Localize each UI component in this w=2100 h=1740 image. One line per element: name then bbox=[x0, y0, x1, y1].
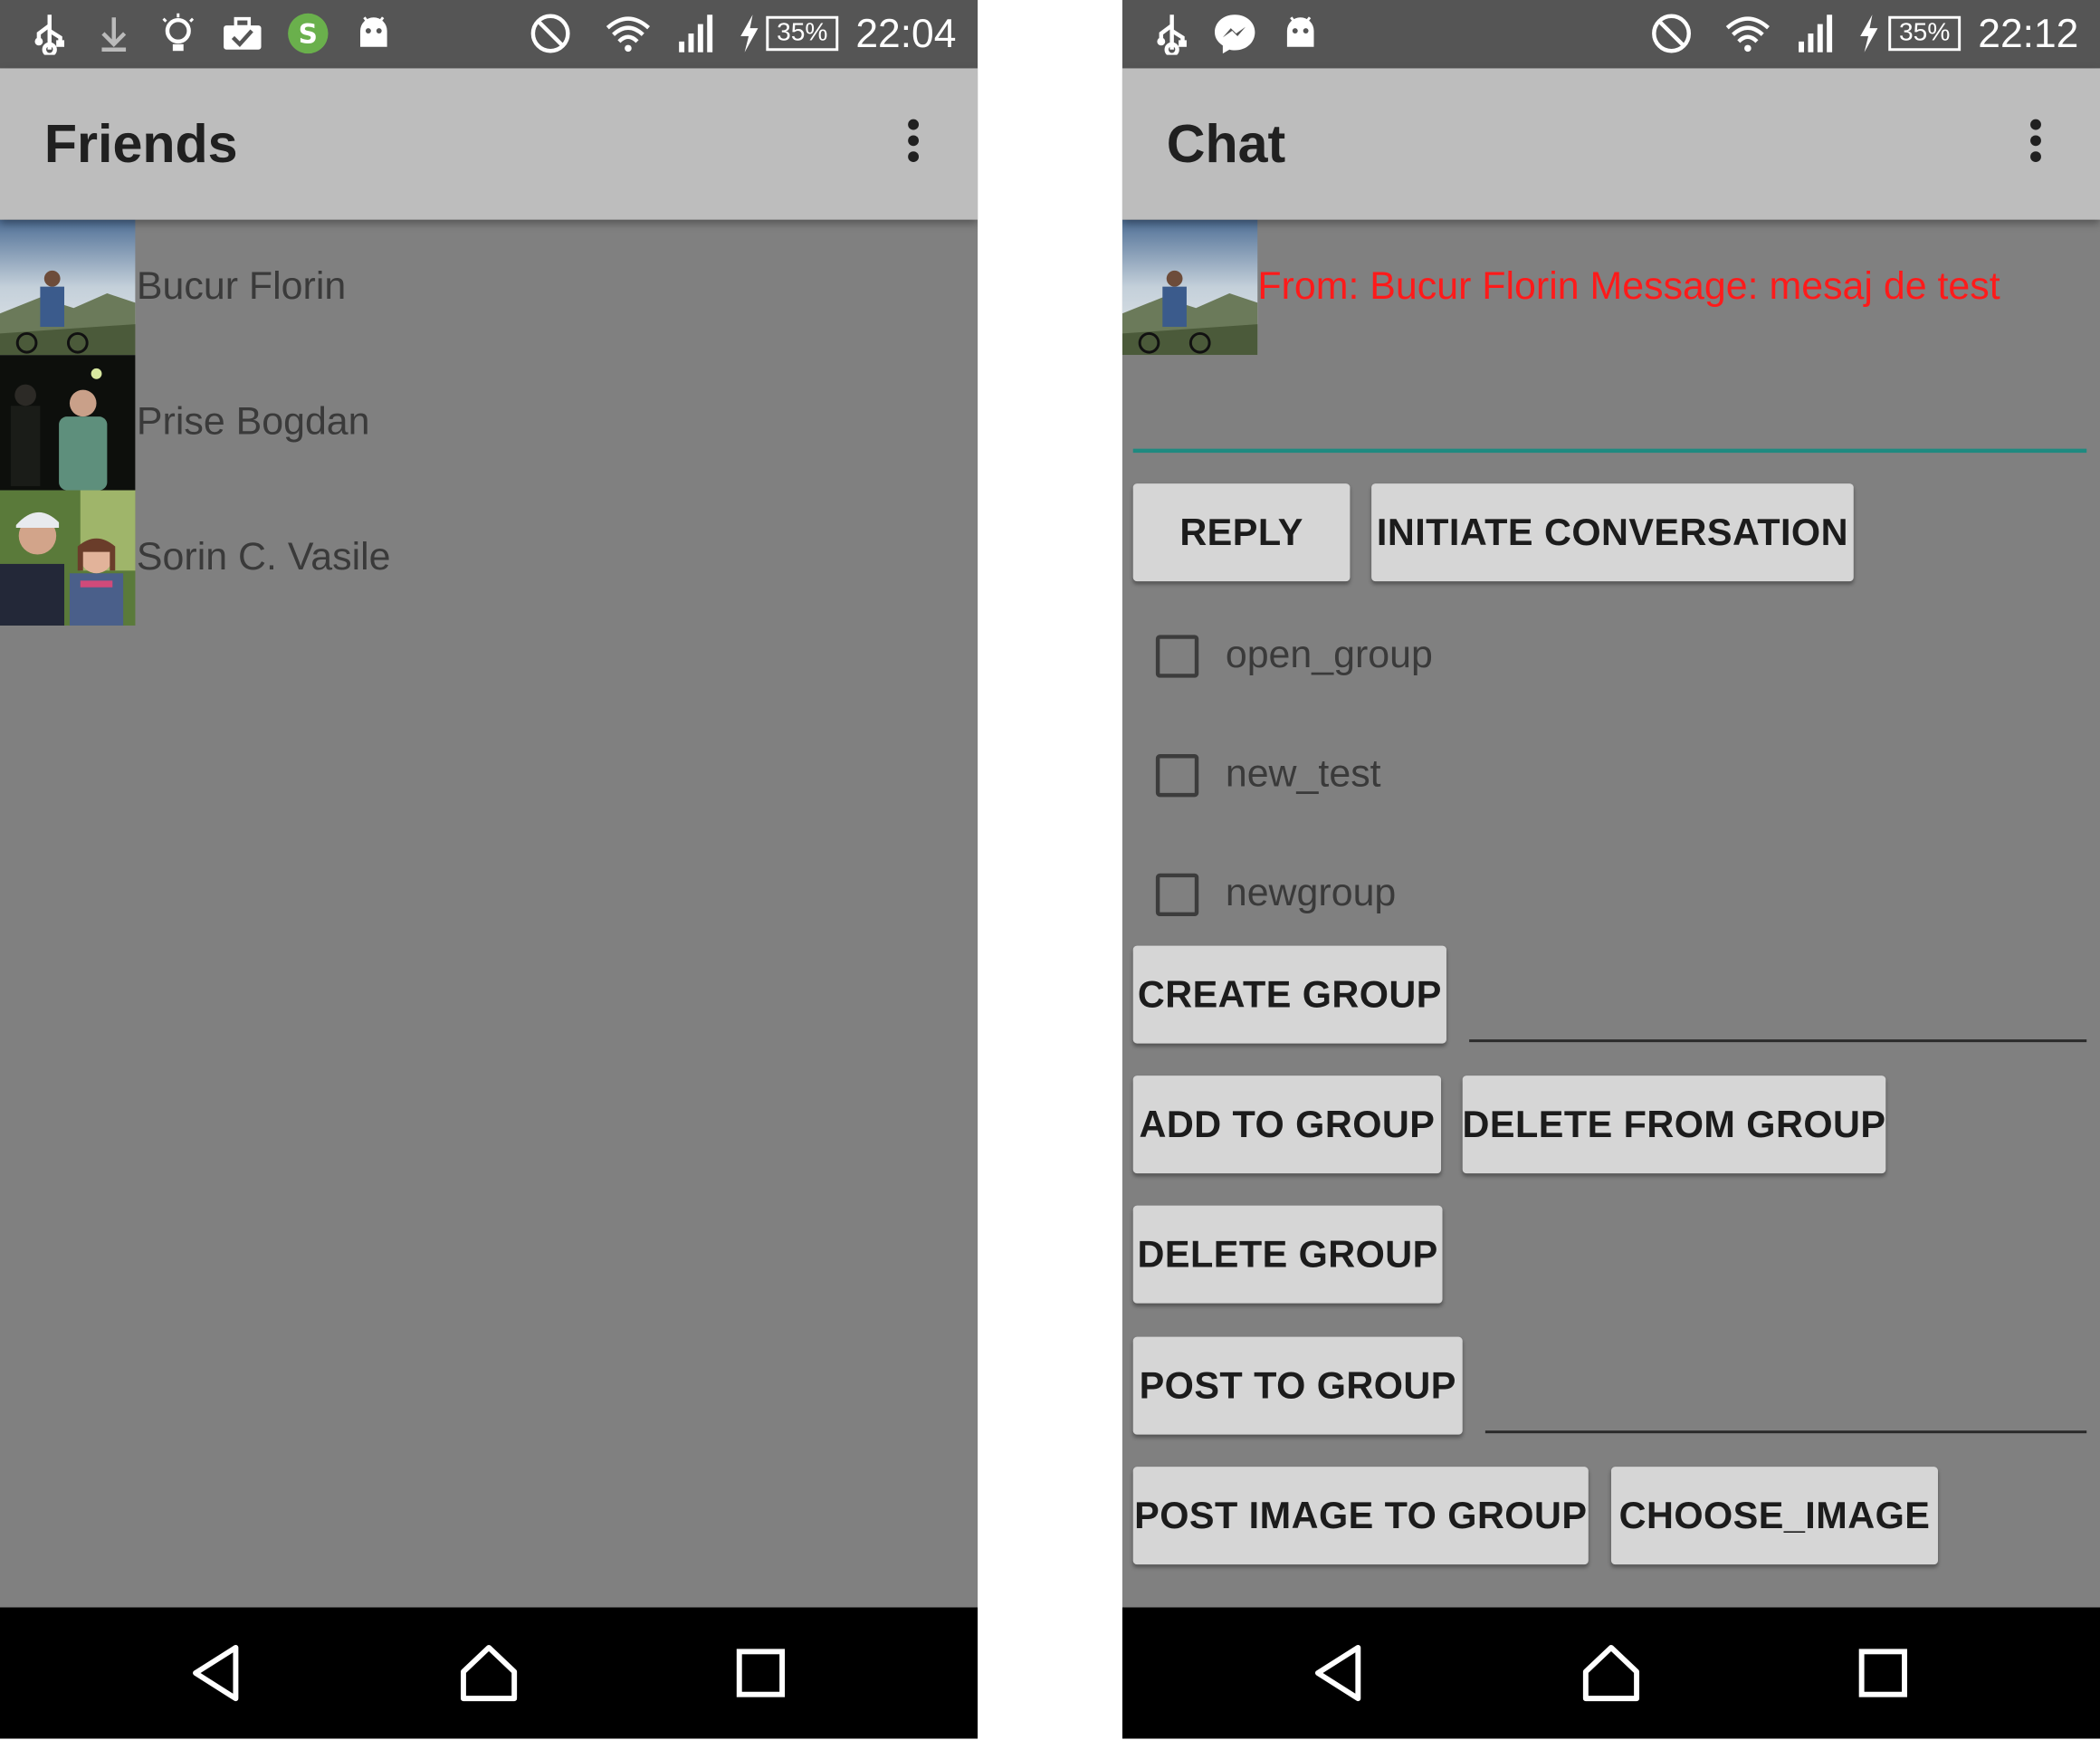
back-icon[interactable] bbox=[1307, 1640, 1374, 1707]
choose-image-button[interactable]: CHOOSE_IMAGE bbox=[1610, 1467, 1938, 1565]
delete-from-group-button[interactable]: DELETE FROM GROUP bbox=[1463, 1076, 1886, 1174]
wifi-icon bbox=[1725, 11, 1771, 56]
status-bar: 35% 22:12 bbox=[1122, 0, 2100, 69]
usb-icon bbox=[1149, 11, 1194, 56]
friend-name: Prise Bogdan bbox=[136, 400, 370, 444]
more-vert-icon[interactable] bbox=[900, 119, 927, 173]
shazam-icon: S bbox=[285, 11, 330, 56]
friend-item[interactable]: Sorin C. Vasile bbox=[0, 490, 978, 626]
post-text-input[interactable] bbox=[1484, 1430, 2087, 1434]
signal-icon bbox=[1792, 11, 1838, 56]
status-time: 22:12 bbox=[1978, 12, 2079, 57]
app-bar: Chat bbox=[1122, 68, 2100, 220]
status-time: 22:04 bbox=[855, 12, 957, 57]
checkbox-label: open_group bbox=[1225, 633, 1433, 677]
block-icon bbox=[528, 11, 573, 56]
group-name-input[interactable] bbox=[1469, 1039, 2087, 1043]
home-icon[interactable] bbox=[455, 1640, 522, 1707]
block-icon bbox=[1648, 11, 1694, 56]
avatar bbox=[1122, 219, 1258, 356]
chat-screen: 35% 22:12 Chat From: Bucur Florin Messag… bbox=[1122, 0, 2100, 1739]
message-input[interactable] bbox=[1132, 448, 2087, 454]
delete-group-button[interactable]: DELETE GROUP bbox=[1132, 1205, 1443, 1304]
checkbox[interactable] bbox=[1155, 635, 1199, 678]
svg-text:S: S bbox=[299, 18, 318, 49]
page-title: Chat bbox=[1166, 115, 1286, 175]
post-to-group-button[interactable]: POST TO GROUP bbox=[1132, 1336, 1463, 1435]
charging-icon bbox=[726, 11, 771, 56]
checkbox[interactable] bbox=[1155, 873, 1199, 917]
messenger-icon bbox=[1212, 11, 1257, 56]
back-icon[interactable] bbox=[185, 1640, 252, 1707]
post-image-to-group-button[interactable]: POST IMAGE TO GROUP bbox=[1132, 1467, 1589, 1565]
download-icon bbox=[91, 11, 137, 56]
battery-indicator: 35% bbox=[1888, 15, 1962, 52]
navigation-bar bbox=[0, 1607, 978, 1739]
recents-icon[interactable] bbox=[727, 1640, 794, 1707]
reply-button[interactable]: REPLY bbox=[1132, 483, 1351, 582]
recents-icon[interactable] bbox=[1849, 1640, 1916, 1707]
page-title: Friends bbox=[43, 115, 238, 175]
friend-name: Bucur Florin bbox=[136, 264, 347, 309]
add-to-group-button[interactable]: ADD TO GROUP bbox=[1132, 1076, 1442, 1174]
app-bar: Friends bbox=[0, 68, 978, 220]
status-bar: S 35% 22:04 bbox=[0, 0, 978, 69]
initiate-conversation-button[interactable]: INITIATE CONVERSATION bbox=[1371, 483, 1854, 582]
briefcase-check-icon bbox=[220, 11, 265, 56]
signal-icon bbox=[673, 11, 718, 56]
avatar bbox=[0, 219, 136, 356]
checkbox-label: newgroup bbox=[1225, 872, 1397, 915]
message-text: From: Bucur Florin Message: mesaj de tes… bbox=[1257, 264, 2000, 309]
navigation-bar bbox=[1122, 1607, 2100, 1739]
battery-indicator: 35% bbox=[766, 15, 839, 52]
more-vert-icon[interactable] bbox=[2022, 119, 2049, 173]
friend-name: Sorin C. Vasile bbox=[136, 535, 391, 579]
android-icon bbox=[351, 11, 396, 56]
wifi-icon bbox=[606, 11, 651, 56]
friend-item[interactable]: Prise Bogdan bbox=[0, 355, 978, 491]
home-icon[interactable] bbox=[1578, 1640, 1645, 1707]
friends-screen: S 35% 22:04 Friends Bucur Florin Prise B… bbox=[0, 0, 978, 1739]
charging-icon bbox=[1846, 11, 1891, 56]
android-icon bbox=[1278, 11, 1323, 56]
create-group-button[interactable]: CREATE GROUP bbox=[1132, 945, 1446, 1044]
checkbox[interactable] bbox=[1155, 754, 1199, 798]
avatar bbox=[0, 355, 136, 491]
friend-item[interactable]: Bucur Florin bbox=[0, 219, 978, 356]
bulb-icon bbox=[156, 11, 201, 56]
avatar bbox=[0, 490, 136, 626]
usb-icon bbox=[27, 11, 72, 56]
checkbox-label: new_test bbox=[1225, 752, 1381, 796]
